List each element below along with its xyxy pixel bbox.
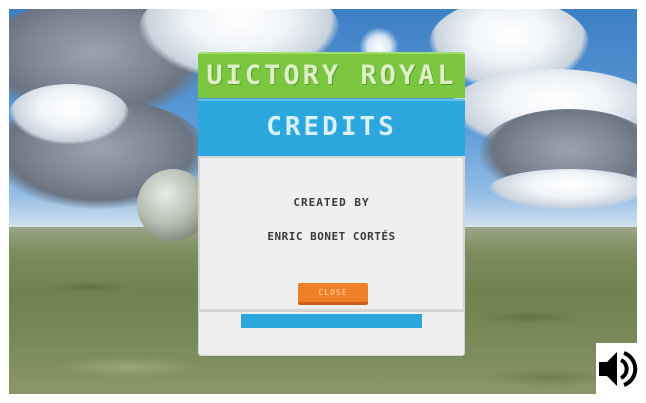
- game-title: UICTORY ROYAL: [206, 60, 457, 91]
- credits-body: CREATED BY ENRIC BONET CORTÉS CLOSE: [198, 156, 465, 311]
- sound-toggle-button[interactable]: [596, 343, 639, 395]
- cloud: [9, 84, 129, 144]
- lower-blue-bar: [241, 314, 422, 328]
- game-title-banner: UICTORY ROYAL: [198, 52, 465, 98]
- close-button[interactable]: CLOSE: [298, 283, 368, 305]
- speaker-volume-icon: [599, 351, 638, 387]
- cloud: [489, 169, 637, 209]
- lower-panel: [198, 311, 465, 356]
- credits-header: CREDITS: [198, 99, 465, 156]
- dialog-title: CREDITS: [266, 112, 397, 142]
- credit-line-author: ENRIC BONET CORTÉS: [267, 230, 396, 243]
- credit-line-created-by: CREATED BY: [293, 196, 370, 209]
